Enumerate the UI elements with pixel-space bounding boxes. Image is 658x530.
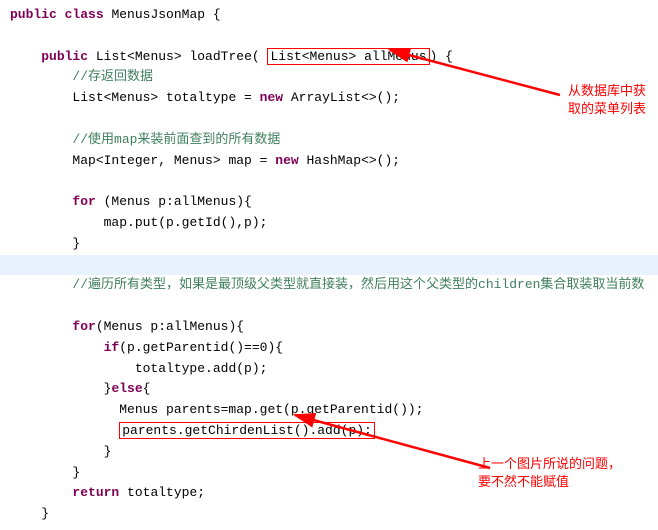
code-text: (Menus p:allMenus){ (96, 319, 244, 334)
code-text: } (72, 236, 80, 251)
code-line (10, 296, 658, 317)
comment: //存返回数据 (72, 69, 153, 84)
code-text: totaltype.add(p); (135, 361, 268, 376)
highlighted-row (0, 255, 658, 276)
code-text: ArrayList<>(); (283, 90, 400, 105)
annotation-text: 上一个图片所说的问题，要不然不能赋值 (478, 455, 628, 491)
keyword: public (10, 7, 57, 22)
comment: //使用map来装前面查到的所有数据 (72, 132, 280, 147)
keyword: else (111, 381, 142, 396)
code-text: totaltype; (119, 485, 205, 500)
code-block: public class MenusJsonMap { public List<… (0, 0, 658, 530)
code-line: parents.getChirdenList().add(p); (10, 421, 658, 442)
code-line: totaltype.add(p); (10, 359, 658, 380)
code-text: (Menus p:allMenus){ (96, 194, 252, 209)
code-text: } (104, 444, 112, 459)
code-text: List<Menus> totaltype = (72, 90, 259, 105)
code-line (10, 26, 658, 47)
comment: //遍历所有类型，如果是最顶级父类型就直接装，然后用这个父类型的children… (72, 277, 644, 292)
code-line: } (10, 234, 658, 255)
code-text: Map<Integer, Menus> map = (72, 153, 275, 168)
code-line: //遍历所有类型，如果是最顶级父类型就直接装，然后用这个父类型的children… (10, 275, 658, 296)
code-line: public class MenusJsonMap { (10, 5, 658, 26)
code-text: } (72, 465, 80, 480)
code-line: public List<Menus> loadTree( List<Menus>… (10, 47, 658, 68)
code-line: } (10, 504, 658, 525)
code-text: { (143, 381, 151, 396)
code-line: Map<Integer, Menus> map = new HashMap<>(… (10, 151, 658, 172)
keyword: class (65, 7, 104, 22)
keyword: for (72, 194, 95, 209)
code-line (10, 171, 658, 192)
code-text: MenusJsonMap { (111, 7, 220, 22)
code-line: Menus parents=map.get(p.getParentid()); (10, 400, 658, 421)
keyword: for (72, 319, 95, 334)
code-text: Menus parents=map.get(p.getParentid()); (119, 402, 423, 417)
code-line (10, 255, 658, 276)
code-text: ) { (430, 49, 453, 64)
code-line: for (Menus p:allMenus){ (10, 192, 658, 213)
code-line: map.put(p.getId(),p); (10, 213, 658, 234)
code-text: List<Menus> loadTree( (96, 49, 268, 64)
keyword: new (275, 153, 298, 168)
code-line: //使用map来装前面查到的所有数据 (10, 130, 658, 151)
keyword: if (104, 340, 120, 355)
code-text: HashMap<>(); (299, 153, 400, 168)
code-line (10, 109, 658, 130)
code-line: //存返回数据 (10, 67, 658, 88)
code-text: (p.getParentid()==0){ (119, 340, 283, 355)
code-line: }else{ (10, 379, 658, 400)
code-text: } (41, 506, 49, 521)
code-text: map.put(p.getId(),p); (104, 215, 268, 230)
highlighted-param: List<Menus> allMenus (267, 48, 429, 65)
keyword: public (41, 49, 88, 64)
keyword: return (72, 485, 119, 500)
code-line: List<Menus> totaltype = new ArrayList<>(… (10, 88, 658, 109)
annotation-text: 从数据库中获取的菜单列表 (568, 82, 648, 118)
highlighted-statement: parents.getChirdenList().add(p); (119, 422, 375, 439)
code-line: for(Menus p:allMenus){ (10, 317, 658, 338)
code-line: if(p.getParentid()==0){ (10, 338, 658, 359)
keyword: new (260, 90, 283, 105)
